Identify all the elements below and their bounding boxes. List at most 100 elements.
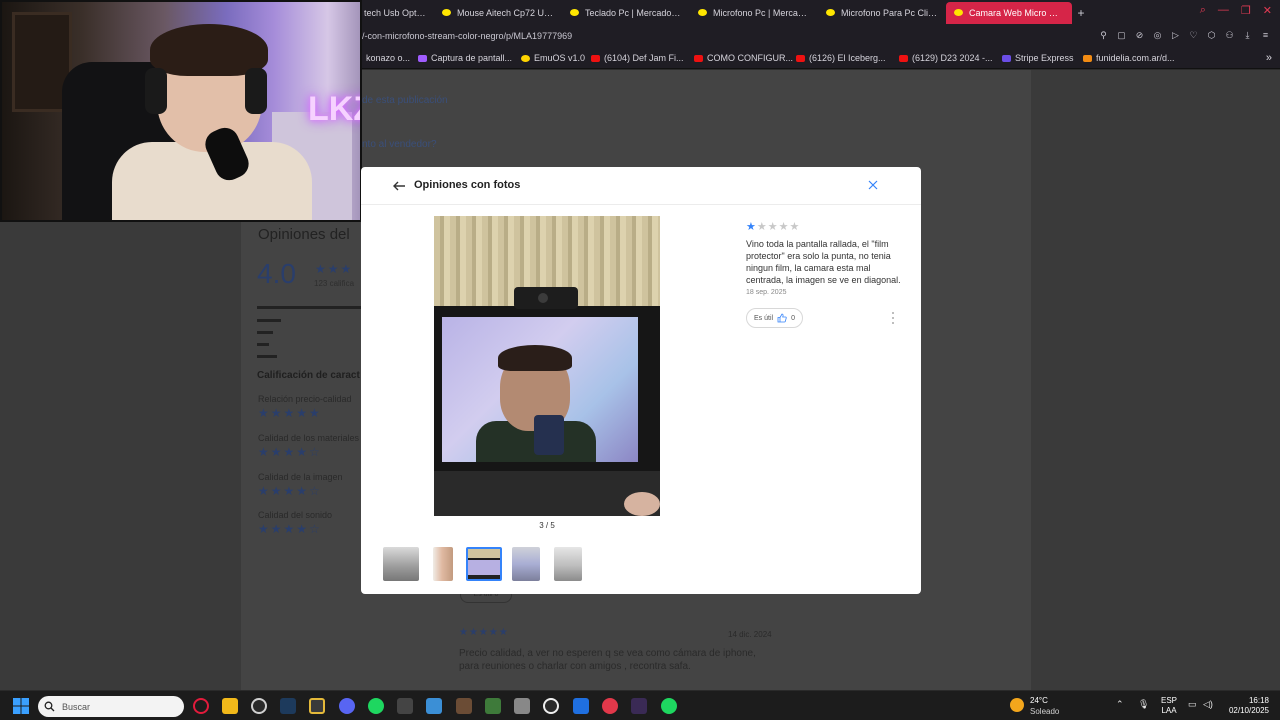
bookmark-item[interactable]: COMO CONFIGUR... [694,53,793,63]
photo-thumbnail-5[interactable] [554,547,582,581]
bookmark-item[interactable]: (6126) El Iceberg... [796,53,886,63]
useful-count: 0 [791,314,795,322]
funidelia-icon [1083,54,1092,62]
bookmark-item[interactable]: Stripe Express [1002,53,1074,63]
taskbar-search[interactable] [38,696,184,717]
youtube-icon [899,54,908,62]
features-heading: Calificación de caract [257,370,360,381]
discord-icon[interactable] [339,698,355,714]
window-controls: ⌕ — ❐ ✕ [1200,4,1272,17]
pin-icon[interactable]: ⚲ [1099,30,1108,41]
app-icon[interactable] [397,698,413,714]
modal-title: Opiniones con fotos [414,179,521,191]
review-photo[interactable] [434,216,660,516]
heart-icon[interactable]: ♡ [1189,30,1198,41]
search-icon [44,701,55,712]
reviews-title: Opiniones del [258,226,350,243]
volume-icon[interactable]: ◁) [1203,699,1213,710]
tab-camara-web[interactable]: Camara Web Micro C721 [946,1,1072,24]
vpn-icon[interactable]: ◎ [1153,30,1162,41]
review-text-bg: Precio calidad, a ver no esperen q se ve… [459,648,756,672]
tab-microfono-pc[interactable]: Microfono Pc | MercadoLibre [690,2,818,24]
close-icon[interactable] [867,179,879,191]
thumbs-up-icon [777,313,787,323]
rating-bar [257,331,273,334]
maximize-icon[interactable]: ❐ [1241,4,1251,17]
language-indicator[interactable]: ESP LAA [1161,696,1177,716]
emuos-icon [521,54,530,62]
game-icon[interactable] [485,698,501,714]
tab-teclado[interactable]: Teclado Pc | MercadoLibre [562,2,690,24]
bookmark-item[interactable]: EmuOS v1.0 [521,53,585,63]
recorder-icon[interactable] [602,698,618,714]
spotify-icon[interactable] [368,698,384,714]
back-arrow-icon[interactable] [392,179,406,193]
obs-icon[interactable] [251,698,267,714]
windows-start-icon[interactable] [13,698,29,714]
weather-sun-icon[interactable] [1010,698,1024,712]
ask-seller-link[interactable]: nto al vendedor? [362,139,437,150]
steam-icon[interactable] [280,698,296,714]
bitwarden-icon[interactable] [573,698,589,714]
review-stars-bg: ★★★★★ [459,627,509,638]
star-filled-icon: ★ [746,221,757,233]
more-bookmarks-icon[interactable]: » [1266,52,1272,64]
spotify-icon-2[interactable] [661,698,677,714]
photo-thumbnail-4[interactable] [512,547,540,581]
weather-desc: Soleado [1030,707,1060,716]
review-text: Vino toda la pantalla rallada, el "film … [746,239,901,285]
app-shield-icon[interactable] [309,698,325,714]
minimize-icon[interactable]: — [1218,4,1229,17]
bookmark-item[interactable]: (6104) Def Jam Fi... [591,53,684,63]
photo-thumbnail-3-selected[interactable] [466,547,502,581]
average-stars: ★★★ [315,262,354,276]
bookmark-item[interactable]: (6129) D23 2024 -... [899,53,993,63]
car-game-icon[interactable] [514,698,530,714]
bookmark-item[interactable]: funidelia.com.ar/d... [1083,53,1175,63]
photo-thumbnail-2[interactable] [433,547,453,581]
profile-icon[interactable]: ⚇ [1225,30,1234,41]
feature-label: Calidad de la imagen [258,472,343,482]
play-icon[interactable]: ▷ [1171,30,1180,41]
publication-link[interactable]: de esta publicación [362,95,448,106]
download-icon[interactable]: ⤓ [1243,30,1252,41]
menu-icon[interactable]: ≡ [1261,30,1270,41]
bookmark-item[interactable]: konazo o... [366,53,410,63]
app-g-icon[interactable] [543,698,559,714]
tab-mouse-aitech[interactable]: Mouse Aitech Cp72 Usb Optico [434,2,562,24]
star-empty-icon: ★ [778,221,790,233]
microphone-icon[interactable]: 🎙 [1138,699,1149,710]
app-icon-2[interactable] [631,698,647,714]
search-tabs-icon[interactable]: ⌕ [1200,4,1206,17]
photo-thumbnail-1[interactable] [383,547,419,581]
search-input[interactable] [62,700,172,713]
tab-mouse-aitech-partial[interactable]: tech Usb Optico [356,2,434,24]
review-date-bg: 14 dic. 2024 [728,630,772,639]
rating-bar [257,306,367,309]
more-options-icon[interactable] [891,311,895,325]
mercadolibre-favicon-icon [698,9,707,16]
block-icon[interactable]: ⊘ [1135,30,1144,41]
opera-gx-icon[interactable] [193,698,209,714]
file-explorer-icon[interactable] [222,698,238,714]
rating-bar [257,355,277,358]
new-tab-button[interactable]: + [1072,6,1090,20]
rating-bar [257,343,269,346]
tab-microfono-clip[interactable]: Microfono Para Pc Clip Con [818,2,946,24]
bookmark-item[interactable]: Captura de pantall... [418,53,512,63]
extensions-icon[interactable]: ⬡ [1207,30,1216,41]
useful-button[interactable]: Es útil 0 [746,308,803,328]
feature-stars: ★★★★☆ [258,522,322,536]
windows-taskbar: 24°C Soleado ⌃ 🎙 ESP LAA ▭ ◁) 16:18 02/1… [0,690,1280,720]
network-icon[interactable]: ▭ [1188,699,1197,710]
review-rating-stars: ★★★★★ [746,220,800,233]
game-character-icon[interactable] [456,698,472,714]
close-window-icon[interactable]: ✕ [1263,4,1272,17]
clock[interactable]: 16:18 02/10/2025 [1223,696,1269,716]
youtube-icon [796,54,805,62]
feature-label: Calidad de los materiales [258,433,360,443]
tray-chevron-icon[interactable]: ⌃ [1116,699,1124,710]
snapshot-icon[interactable]: ▢ [1117,30,1126,41]
notepad-icon[interactable] [426,698,442,714]
url-field[interactable]: /-con-microfono-stream-color-negro/p/MLA… [362,31,572,41]
